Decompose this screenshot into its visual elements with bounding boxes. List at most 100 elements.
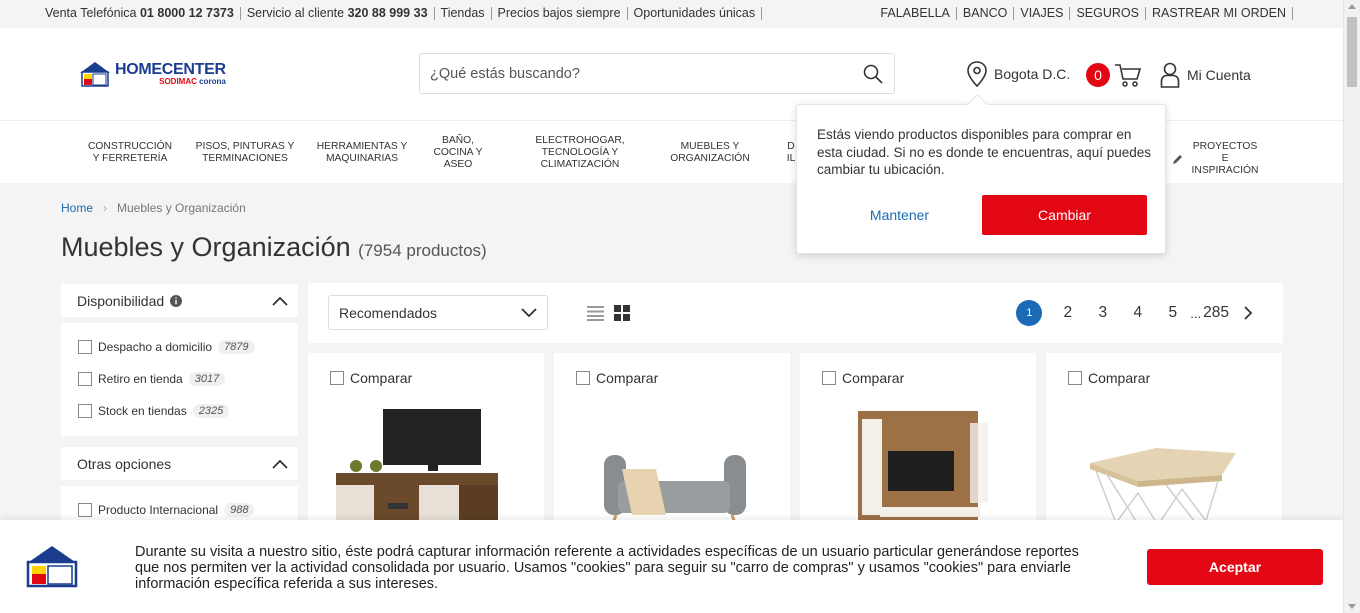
page-title-text: Muebles y Organización (61, 232, 351, 262)
page-4[interactable]: 4 (1128, 304, 1147, 322)
compare-label: Comparar (842, 370, 905, 386)
location-selector[interactable]: Bogota D.C. (966, 61, 1070, 87)
cart-button[interactable]: 0 (1086, 62, 1142, 88)
nav-tools[interactable]: Herramientas y Maquinarias (312, 141, 412, 165)
compare-checkbox[interactable] (330, 371, 344, 385)
scroll-down-arrow-icon[interactable] (1348, 604, 1356, 609)
page-scrollbar[interactable] (1343, 0, 1360, 613)
nav-floors-paint[interactable]: Pisos, Pinturas y Terminaciones (195, 141, 295, 165)
location-city: Bogota D.C. (994, 66, 1071, 82)
phone-sales-link[interactable]: Venta Telefónica 01 8000 12 7373 (45, 7, 241, 20)
page-last[interactable]: 285 (1203, 304, 1229, 322)
page-2[interactable]: 2 (1058, 304, 1077, 322)
opportunities-link[interactable]: Oportunidades únicas (628, 7, 763, 20)
stores-link[interactable]: Tiendas (435, 7, 492, 20)
sort-dropdown[interactable]: Recomendados (328, 295, 548, 330)
filter-option-label: Despacho a domicilio (98, 340, 213, 354)
account-label: Mi Cuenta (1187, 67, 1251, 83)
filter-availability-title: Disponibilidad (77, 292, 165, 309)
filter-option-label: Retiro en tienda (98, 372, 183, 386)
filter-option-home-delivery[interactable]: Despacho a domicilio 7879 (61, 331, 298, 363)
page-3[interactable]: 3 (1093, 304, 1112, 322)
filter-option-count: 7879 (218, 340, 255, 354)
keep-location-button[interactable]: Mantener (837, 195, 962, 235)
filter-other-header[interactable]: Otras opciones (61, 447, 298, 480)
banco-link[interactable]: BANCO (957, 7, 1015, 20)
nav-label-line: Tecnología y (541, 147, 619, 158)
info-icon[interactable] (170, 294, 183, 307)
chevron-right-icon[interactable] (1243, 306, 1253, 320)
grid-view-icon[interactable] (614, 305, 630, 321)
search-input[interactable] (420, 54, 840, 93)
filter-option-label: Producto Internacional (98, 503, 219, 517)
filter-option-store-stock[interactable]: Stock en tiendas 2325 (61, 395, 298, 427)
page-1[interactable]: 1 (1016, 300, 1043, 326)
cookie-banner: Durante su visita a nuestro sitio, éste … (0, 520, 1343, 613)
filter-other-title: Otras opciones (77, 455, 172, 472)
search-icon[interactable] (863, 64, 883, 84)
change-location-button[interactable]: Cambiar (982, 195, 1147, 235)
cookie-message: Durante su visita a nuestro sitio, éste … (135, 544, 1079, 592)
homecenter-logo[interactable]: HOMECENTER SODIMAC corona (78, 61, 226, 87)
customer-service-link[interactable]: Servicio al cliente 320 88 999 33 (241, 7, 435, 20)
compare-toggle[interactable]: Comparar (330, 370, 412, 386)
product-card[interactable]: Comparar (308, 353, 544, 533)
filter-option-store-pickup[interactable]: Retiro en tienda 3017 (61, 363, 298, 395)
filter-availability-header[interactable]: Disponibilidad (61, 284, 298, 317)
nav-furniture[interactable]: Muebles y Organización (664, 141, 756, 165)
product-card[interactable]: Comparar (554, 353, 790, 533)
customer-service-label: Servicio al cliente (246, 6, 348, 20)
accept-cookies-button[interactable]: Aceptar (1147, 549, 1323, 585)
chevron-up-icon[interactable] (272, 296, 288, 306)
breadcrumb: Home › Muebles y Organización (61, 201, 246, 215)
account-menu[interactable]: Mi Cuenta (1160, 62, 1251, 88)
nav-label-line: Terminaciones (202, 153, 288, 164)
checkbox[interactable] (78, 503, 92, 517)
breadcrumb-home[interactable]: Home (61, 201, 93, 215)
phone-sales-number: 01 8000 12 7373 (139, 6, 234, 20)
popup-message: Estás viendo productos disponibles para … (817, 127, 1151, 177)
nav-projects[interactable]: Proyectos e Inspiración (1172, 141, 1262, 177)
compare-label: Comparar (1088, 370, 1151, 386)
nav-label-line: Climatización (540, 159, 620, 170)
nav-label-line: Aseo (443, 159, 473, 170)
nav-construction[interactable]: Construcción y Ferretería (82, 141, 178, 165)
checkbox[interactable] (78, 340, 92, 354)
nav-label-line: Baño, (441, 135, 475, 146)
scrollbar-thumb[interactable] (1347, 17, 1357, 87)
nav-label-line: Electrohogar, (535, 135, 625, 146)
scroll-up-arrow-icon[interactable] (1348, 4, 1356, 9)
product-card[interactable]: Comparar (800, 353, 1036, 533)
customer-service-number: 320 88 999 33 (347, 6, 428, 20)
homecenter-house-logo (80, 62, 110, 87)
compare-checkbox[interactable] (822, 371, 836, 385)
chevron-up-icon[interactable] (272, 459, 288, 469)
checkbox[interactable] (78, 372, 92, 386)
falabella-link[interactable]: FALABELLA (880, 7, 957, 20)
track-order-link[interactable]: RASTREAR MI ORDEN (1146, 7, 1293, 20)
nav-bath-kitchen[interactable]: Baño, Cocina y Aseo (426, 135, 490, 171)
compare-toggle[interactable]: Comparar (1068, 370, 1150, 386)
checkbox[interactable] (78, 404, 92, 418)
nav-electro[interactable]: Electrohogar, Tecnología y Climatización (526, 135, 634, 171)
product-image-bench (596, 455, 766, 532)
pagination-ellipsis: ... (1190, 305, 1202, 321)
page-5[interactable]: 5 (1163, 304, 1182, 322)
filter-option-count: 2325 (192, 404, 230, 418)
nav-label-line: y Ferretería (92, 153, 168, 164)
viajes-link[interactable]: VIAJES (1014, 7, 1071, 20)
list-view-icon[interactable] (587, 305, 604, 321)
low-prices-link[interactable]: Precios bajos siempre (492, 7, 628, 20)
compare-toggle[interactable]: Comparar (576, 370, 658, 386)
search-box (419, 53, 895, 94)
seguros-link[interactable]: SEGUROS (1070, 7, 1146, 20)
compare-checkbox[interactable] (576, 371, 590, 385)
brand-subtitle: SODIMAC corona (115, 77, 226, 86)
breadcrumb-current: Muebles y Organización (117, 201, 246, 215)
compare-label: Comparar (596, 370, 659, 386)
product-card[interactable]: Comparar (1046, 353, 1282, 533)
product-image-coffee-table (1090, 448, 1236, 527)
brand-name: HOMECENTER (115, 61, 226, 78)
compare-checkbox[interactable] (1068, 371, 1082, 385)
compare-toggle[interactable]: Comparar (822, 370, 904, 386)
